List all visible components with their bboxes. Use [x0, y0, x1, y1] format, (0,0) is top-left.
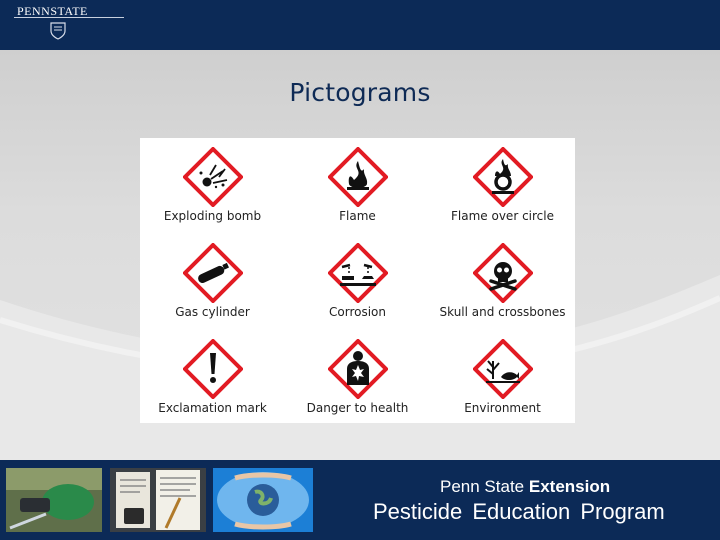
pictogram-label: Flame over circle — [451, 209, 554, 223]
flame-over-circle-icon — [473, 147, 533, 207]
pictogram-cell-flame: Flame — [285, 138, 430, 233]
health-hazard-icon — [328, 339, 388, 399]
logo-rule — [14, 17, 124, 18]
penn-state-extension-brand: Penn State Extension — [440, 477, 610, 497]
slide-title: Pictograms — [0, 78, 720, 107]
flame-icon — [328, 147, 388, 207]
pictogram-grid: Exploding bomb Flame Flame over circle G… — [140, 138, 575, 423]
corrosion-icon — [328, 243, 388, 303]
pictogram-label: Exploding bomb — [163, 209, 262, 223]
penn-state-shield-icon — [50, 22, 66, 40]
pesticide-spraying-photo — [6, 468, 102, 532]
brand-extension: Extension — [528, 477, 611, 496]
skull-and-crossbones-icon — [473, 243, 533, 303]
pictogram-cell-exclamation-mark: Exclamation mark — [140, 330, 285, 425]
pictogram-cell-skull-and-crossbones: Skull and crossbones — [430, 234, 575, 329]
label-documents-photo — [110, 468, 206, 532]
header-bar: PENNSTATE — [0, 0, 720, 50]
earth-in-hands-photo — [213, 468, 313, 532]
pictogram-cell-flame-over-circle: Flame over circle — [430, 138, 575, 233]
pictogram-label: Danger to health — [306, 401, 409, 415]
pictogram-label: Skull and crossbones — [439, 305, 566, 319]
pictogram-label: Corrosion — [329, 305, 386, 319]
pictogram-cell-exploding-bomb: Exploding bomb — [140, 138, 285, 233]
pictogram-cell-danger-to-health: Danger to health — [285, 330, 430, 425]
pictogram-label: Exclamation mark — [158, 401, 267, 415]
environment-icon — [473, 339, 533, 399]
slide-title-text: Pictograms — [289, 78, 431, 107]
penn-state-logo: PENNSTATE — [14, 4, 129, 44]
slide-body: Pictograms Exploding bomb Flame Flame ov… — [0, 50, 720, 460]
brand-name: Penn State — [440, 477, 525, 496]
exploding-bomb-icon — [183, 147, 243, 207]
pictogram-cell-environment: Environment — [430, 330, 575, 425]
gas-cylinder-icon — [183, 243, 243, 303]
pictogram-cell-corrosion: Corrosion — [285, 234, 430, 329]
footer-bar: Penn State Extension Pesticide Education… — [0, 460, 720, 540]
program-name: Pesticide Education Program — [373, 499, 665, 524]
pictogram-cell-gas-cylinder: Gas cylinder — [140, 234, 285, 329]
pictogram-label: Flame — [339, 209, 376, 223]
pictogram-label: Environment — [464, 401, 541, 415]
exclamation-mark-icon — [183, 339, 243, 399]
pictogram-label: Gas cylinder — [175, 305, 250, 319]
